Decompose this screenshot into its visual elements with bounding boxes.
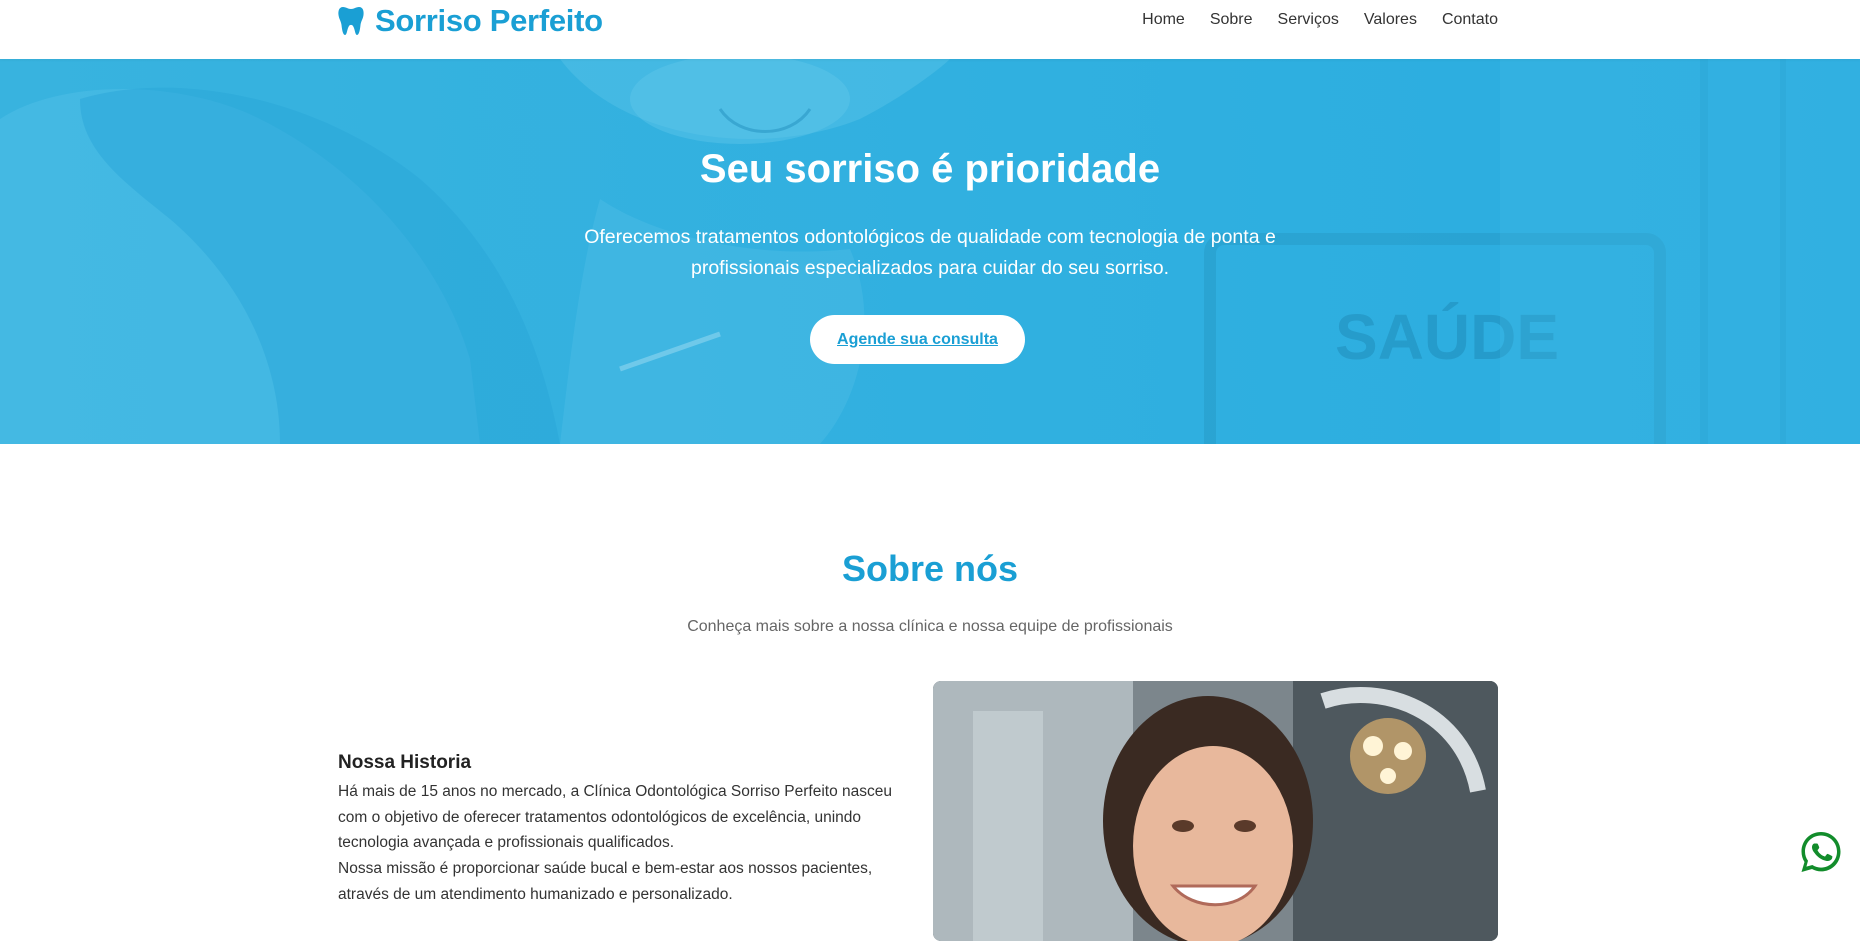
nav-sobre[interactable]: Sobre	[1210, 11, 1253, 29]
history-title: Nossa Historia	[338, 752, 472, 773]
navbar: Sorriso Perfeito Home Sobre Serviços Val…	[0, 0, 1860, 59]
nav-contato[interactable]: Contato	[1442, 11, 1498, 29]
main-nav: Home Sobre Serviços Valores Contato	[1117, 11, 1498, 29]
history-text: Há mais de 15 anos no mercado, a Clínica…	[338, 779, 908, 908]
whatsapp-button[interactable]	[1797, 828, 1845, 876]
dentist-photo-illustration	[933, 681, 1498, 941]
history-paragraph: Há mais de 15 anos no mercado, a Clínica…	[338, 783, 892, 852]
about-section-title: Sobre nós	[841, 548, 1019, 589]
brand-logo[interactable]: Sorriso Perfeito	[338, 3, 603, 39]
tooth-icon	[338, 7, 364, 35]
nav-valores[interactable]: Valores	[1364, 11, 1417, 29]
whatsapp-icon	[1801, 832, 1841, 872]
nav-servicos[interactable]: Serviços	[1278, 11, 1339, 29]
hero-subtitle: Oferecemos tratamentos odontológicos de …	[560, 222, 1300, 284]
history-paragraph: Nossa missão é proporcionar saúde bucal …	[338, 860, 873, 903]
hero-section: SAÚDE Seu sorriso é prioridade Oferecemo…	[0, 59, 1860, 444]
schedule-appointment-button[interactable]: Agende sua consulta	[810, 315, 1025, 364]
about-section-subtitle: Conheça mais sobre a nossa clínica e nos…	[687, 618, 1173, 635]
hero-title: Seu sorriso é prioridade	[699, 147, 1161, 191]
hero-subtitle-line: profissionais especializados para cuidar…	[691, 257, 1169, 279]
brand-name: Sorriso Perfeito	[375, 3, 603, 38]
hero-subtitle-line: Oferecemos tratamentos odontológicos de …	[584, 226, 1276, 248]
dentist-photo	[933, 681, 1498, 941]
nav-home[interactable]: Home	[1142, 11, 1185, 29]
